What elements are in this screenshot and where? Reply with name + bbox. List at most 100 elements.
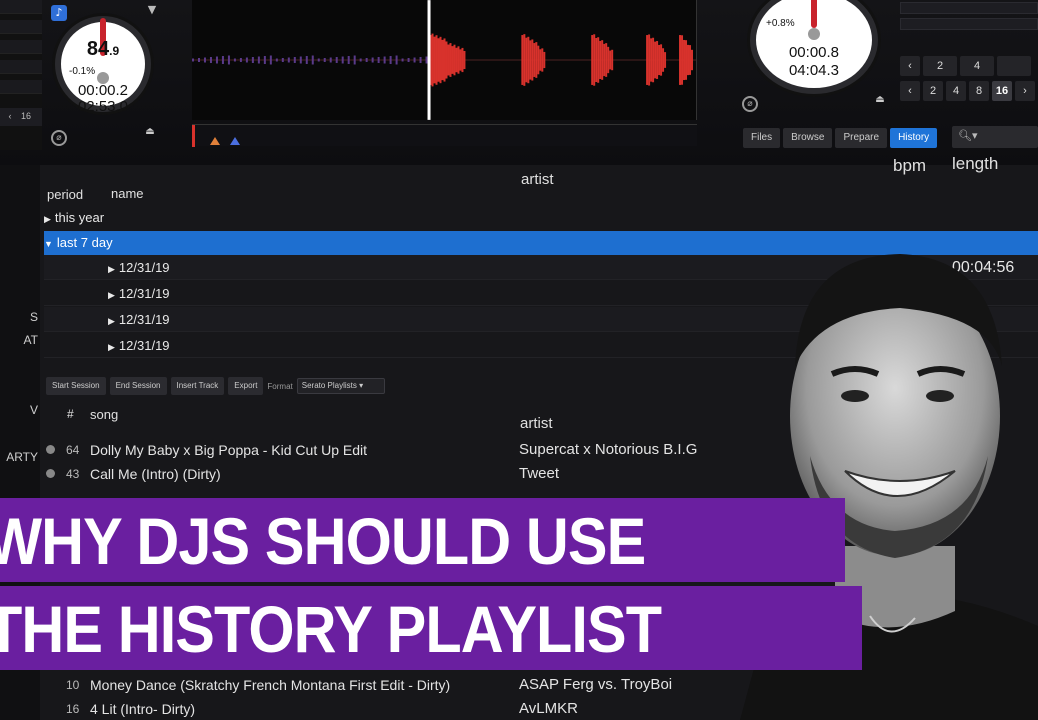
played-indicator-icon [46, 445, 55, 454]
waveform-bar [521, 35, 524, 85]
period-label: this year [54, 210, 105, 225]
main-waveform[interactable] [192, 0, 697, 120]
played-indicator-icon [46, 469, 55, 478]
collapse-icon[interactable]: ▼ [44, 239, 53, 249]
tab-files[interactable]: Files [743, 128, 781, 148]
waveform-bar [305, 56, 308, 64]
column-header-track-artist[interactable]: artist [520, 415, 553, 432]
left-bpm-decimal: .9 [109, 44, 120, 58]
waveform-bar [269, 55, 272, 65]
waveform-bar [523, 34, 526, 86]
music-note-icon[interactable]: ♪ [51, 5, 67, 21]
export-button[interactable]: Export [228, 377, 264, 395]
expand-icon[interactable]: ▶ [108, 342, 115, 352]
loop-button[interactable]: 2 [923, 81, 943, 101]
end-session-button[interactable]: End Session [109, 377, 167, 395]
waveform-bar [353, 55, 356, 65]
track-overview[interactable] [192, 124, 697, 147]
loop-prev-icon[interactable]: ‹ [900, 81, 920, 101]
loop-button[interactable]: 2 [923, 56, 957, 76]
waveform-bar [685, 40, 688, 80]
tab-prepare[interactable]: Prepare [835, 128, 888, 148]
control-bar[interactable] [900, 18, 1038, 30]
expand-icon[interactable]: ▶ [108, 264, 115, 274]
eject-icon[interactable]: ⏏ [142, 124, 158, 140]
waveform-bar [287, 57, 290, 63]
column-header-artist[interactable]: artist [521, 171, 554, 188]
track-number: 16 [66, 702, 80, 716]
track-song: Call Me (Intro) (Dirty) [90, 466, 221, 482]
tab-history[interactable]: History [890, 128, 938, 148]
loop-row: ‹ 2 4 8 16 › [900, 81, 1038, 101]
eject-icon[interactable]: ⏏ [872, 92, 888, 108]
waveform-playhead [427, 0, 431, 120]
waveform-bar [439, 36, 442, 84]
cue-marker[interactable] [230, 137, 240, 145]
cue-marker[interactable] [210, 137, 220, 145]
column-header-number[interactable]: # [67, 407, 74, 421]
left-elapsed-time: 00:00.2 [77, 82, 129, 99]
loop-button[interactable]: 4 [946, 81, 966, 101]
sidebar-crate[interactable]: ARTY [0, 450, 40, 464]
loop-prev-icon[interactable]: ‹ [900, 56, 920, 76]
column-header-song[interactable]: song [90, 407, 118, 422]
waveform-bar [597, 37, 600, 83]
loop-button-selected[interactable]: 16 [992, 81, 1012, 101]
format-select[interactable]: Serato Playlists ▾ [296, 378, 385, 394]
expand-icon[interactable]: ▶ [44, 214, 51, 224]
column-header-period[interactable]: period [47, 187, 83, 202]
session-date-text: 12/31/19 [118, 338, 170, 353]
waveform-bar [433, 36, 436, 84]
control-bar[interactable] [900, 2, 1038, 14]
left-platter[interactable]: 84.9 -0.1% 00:00.2 02:53.0 [55, 16, 151, 115]
waveform-bar [437, 38, 440, 82]
loop-length-value[interactable]: 16 [18, 111, 34, 121]
deck-menu-arrow-icon[interactable]: ▼ [144, 2, 160, 18]
loop-prev-icon[interactable]: ‹ [2, 111, 18, 121]
waveform-bar [389, 56, 392, 64]
waveform-bar [443, 38, 446, 82]
waveform-bar [529, 40, 532, 80]
waveform-bar [359, 58, 362, 62]
waveform-bar [455, 47, 458, 73]
sync-icon[interactable]: ⌀ [742, 96, 758, 112]
search-input[interactable]: 🔍︎▾ [952, 126, 1038, 148]
waveform-bar [535, 42, 538, 78]
column-header-length[interactable]: length [952, 154, 998, 174]
right-deck-controls [900, 2, 1038, 42]
track-song: Money Dance (Skratchy French Montana Fir… [90, 677, 451, 693]
sidebar-crate[interactable]: V [0, 403, 40, 417]
expand-icon[interactable]: ▶ [108, 316, 115, 326]
waveform-bar [461, 47, 464, 73]
sync-icon[interactable]: ⌀ [51, 130, 67, 146]
waveform-bar [257, 56, 260, 64]
right-platter[interactable]: +0.8% 00:00.8 04:04.3 [750, 0, 878, 94]
waveform-bar [599, 40, 602, 80]
waveform-bar [245, 57, 248, 63]
tab-browse[interactable]: Browse [783, 128, 833, 148]
column-header-bpm[interactable]: bpm [893, 156, 926, 176]
loop-button[interactable]: 4 [960, 56, 994, 76]
waveform-bar [607, 46, 610, 74]
left-pitch: -0.1% [69, 66, 96, 77]
waveform-bar [251, 57, 254, 63]
column-header-name[interactable]: name [111, 186, 144, 201]
presenter-eye [841, 390, 869, 402]
loop-next-icon[interactable]: › [1015, 81, 1035, 101]
insert-track-button[interactable]: Insert Track [170, 377, 225, 395]
format-label: Format [267, 381, 293, 391]
loop-grid: ‹ 2 4 ‹ 2 4 8 16 › [900, 56, 1038, 106]
left-loop-selector[interactable]: ‹ 16 [0, 108, 42, 126]
loop-button[interactable] [997, 56, 1031, 76]
waveform-bar [681, 35, 684, 85]
waveform-bar [263, 56, 266, 64]
start-session-button[interactable]: Start Session [46, 377, 106, 395]
track-number: 64 [66, 443, 80, 457]
period-row-this-year[interactable]: ▶ this year [44, 206, 1038, 230]
expand-icon[interactable]: ▶ [108, 290, 115, 300]
waveform-bar [407, 58, 410, 62]
waveform-bar [451, 46, 454, 74]
waveform-bar [683, 39, 686, 81]
loop-button[interactable]: 8 [969, 81, 989, 101]
waveform-bar [377, 57, 380, 63]
